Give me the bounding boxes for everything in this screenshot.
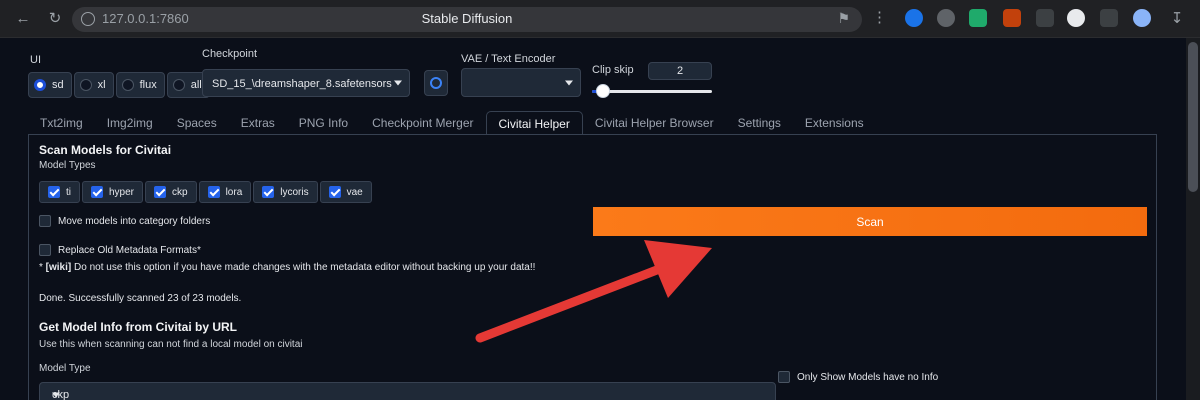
annotation-arrow-shaft bbox=[475, 263, 667, 343]
annotation-arrow bbox=[475, 240, 712, 343]
